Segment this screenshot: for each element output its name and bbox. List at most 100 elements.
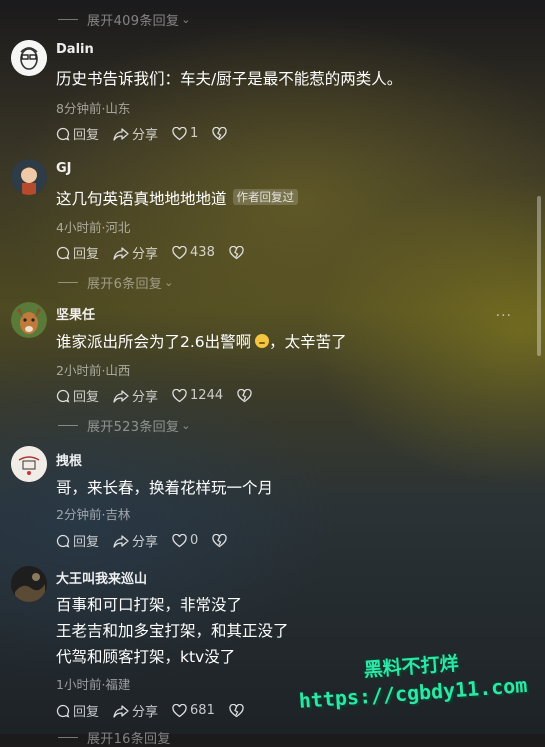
heart-icon xyxy=(172,126,187,140)
comment-meta: 2小时前·山西 xyxy=(56,363,131,378)
author-replied-badge: 作者回复过 xyxy=(232,189,299,205)
reply-label: 回复 xyxy=(73,390,100,405)
broken-heart-icon xyxy=(237,388,252,402)
share-icon xyxy=(113,389,129,403)
reply-icon xyxy=(56,246,70,260)
expand-replies-button[interactable]: 展开6条回复 ⌄ xyxy=(58,273,174,292)
comment-text-line: ，太辛苦了 xyxy=(269,333,347,351)
comment-text: 谁家派出所会为了2.6出警啊 ，太辛苦了 xyxy=(56,329,347,355)
divider xyxy=(58,424,78,426)
scrollbar[interactable] xyxy=(537,196,541,356)
share-button[interactable]: 分享 xyxy=(113,386,158,405)
expand-replies-label: 展开409条回复 xyxy=(87,13,180,29)
comment-text: 这几句英语真地地地地道 作者回复过 xyxy=(56,186,299,212)
comment-text-line: 王老吉和加多宝打架，和其正没了 xyxy=(56,622,289,640)
reply-label: 回复 xyxy=(73,535,100,550)
share-icon xyxy=(113,246,129,260)
heart-icon xyxy=(172,388,187,402)
broken-heart-icon xyxy=(229,245,244,259)
comment-meta: 2分钟前·吉林 xyxy=(56,507,131,522)
comment-meta: 8分钟前·山东 xyxy=(56,101,131,116)
share-icon xyxy=(113,704,129,718)
chevron-down-icon: ⌄ xyxy=(164,275,174,289)
username[interactable]: 大王叫我来巡山 xyxy=(56,568,147,587)
expand-replies-button[interactable]: 展开523条回复 ⌄ xyxy=(58,416,191,435)
smile-emoji-icon xyxy=(255,334,270,348)
comment-meta: 4小时前·河北 xyxy=(56,220,131,235)
broken-heart-icon xyxy=(229,703,244,717)
reply-label: 回复 xyxy=(73,705,100,720)
like-count: 1244 xyxy=(190,388,224,403)
comment-item: 拽根 哥，来长春，换着花样玩一个月 2分钟前·吉林 回复 分享 0 xyxy=(0,446,530,556)
like-count: 438 xyxy=(190,245,215,260)
avatar[interactable] xyxy=(11,446,47,482)
comment-section: 展开409条回复 ⌄ Dalin 历史书告诉我们：车夫/厨子是最不能惹的两类人。… xyxy=(0,0,545,747)
comment-actions: 回复 分享 1244 xyxy=(56,386,269,405)
comment-meta: 1小时前·福建 xyxy=(56,677,131,692)
reply-icon xyxy=(56,389,70,403)
comment-text-line: 百事和可口打架，非常没了 xyxy=(56,596,243,614)
expand-replies-label: 展开6条回复 xyxy=(87,276,163,292)
username[interactable]: GJ xyxy=(56,161,72,176)
expand-replies-button[interactable]: 展开16条回复 xyxy=(58,728,171,747)
heart-icon xyxy=(172,533,187,547)
broken-heart-icon xyxy=(212,533,227,547)
share-label: 分享 xyxy=(132,535,159,550)
like-button[interactable]: 681 xyxy=(172,703,215,718)
avatar[interactable] xyxy=(11,159,47,195)
reply-icon xyxy=(56,127,70,141)
reply-button[interactable]: 回复 xyxy=(56,124,99,143)
expand-replies-button[interactable]: 展开409条回复 ⌄ xyxy=(58,10,191,29)
avatar[interactable] xyxy=(11,40,47,76)
comment-item: 坚果任 ··· 谁家派出所会为了2.6出警啊 ，太辛苦了 2小时前·山西 回复 分… xyxy=(0,302,530,412)
share-button[interactable]: 分享 xyxy=(113,701,158,720)
share-button[interactable]: 分享 xyxy=(113,243,158,262)
divider xyxy=(58,281,78,283)
share-button[interactable]: 分享 xyxy=(113,531,158,550)
reply-button[interactable]: 回复 xyxy=(56,243,99,262)
comment-text-line: 代驾和顾客打架，ktv没了 xyxy=(56,648,236,666)
expand-replies-label: 展开523条回复 xyxy=(87,419,180,435)
comment-text: 历史书告诉我们：车夫/厨子是最不能惹的两类人。 xyxy=(56,70,403,88)
share-label: 分享 xyxy=(132,390,159,405)
comment-item: GJ 这几句英语真地地地地道 作者回复过 4小时前·河北 回复 分享 438 xyxy=(0,159,530,269)
broken-heart-icon xyxy=(212,126,227,140)
expand-replies-label: 展开16条回复 xyxy=(87,731,171,747)
divider xyxy=(58,736,78,738)
reply-button[interactable]: 回复 xyxy=(56,531,99,550)
reply-button[interactable]: 回复 xyxy=(56,386,99,405)
share-button[interactable]: 分享 xyxy=(113,124,158,143)
chevron-down-icon: ⌄ xyxy=(181,418,191,432)
comment-actions: 回复 分享 681 xyxy=(56,701,261,720)
share-label: 分享 xyxy=(132,128,159,143)
dislike-button[interactable] xyxy=(212,533,230,548)
more-options-button[interactable]: ··· xyxy=(496,308,512,324)
username[interactable]: Dalin xyxy=(56,42,94,57)
comment-actions: 回复 分享 0 xyxy=(56,531,244,550)
avatar[interactable] xyxy=(11,566,47,602)
avatar[interactable] xyxy=(11,302,47,338)
comment-actions: 回复 分享 1 xyxy=(56,124,244,143)
share-label: 分享 xyxy=(132,705,159,720)
dislike-button[interactable] xyxy=(212,126,230,141)
username[interactable]: 拽根 xyxy=(56,450,82,469)
like-button[interactable]: 1244 xyxy=(172,388,223,403)
username[interactable]: 坚果任 xyxy=(56,304,95,323)
reply-label: 回复 xyxy=(73,247,100,262)
share-icon xyxy=(113,127,129,141)
divider xyxy=(58,18,78,20)
like-button[interactable]: 438 xyxy=(172,245,215,260)
like-button[interactable]: 1 xyxy=(172,126,198,141)
reply-icon xyxy=(56,534,70,548)
dislike-button[interactable] xyxy=(237,388,255,403)
reply-label: 回复 xyxy=(73,128,100,143)
dislike-button[interactable] xyxy=(229,703,247,718)
share-label: 分享 xyxy=(132,247,159,262)
heart-icon xyxy=(172,703,187,717)
like-count: 681 xyxy=(190,703,215,718)
dislike-button[interactable] xyxy=(229,245,247,260)
reply-button[interactable]: 回复 xyxy=(56,701,99,720)
comment-text: 哥，来长春，换着花样玩一个月 xyxy=(56,479,274,497)
like-count: 0 xyxy=(190,533,199,548)
like-button[interactable]: 0 xyxy=(172,533,198,548)
